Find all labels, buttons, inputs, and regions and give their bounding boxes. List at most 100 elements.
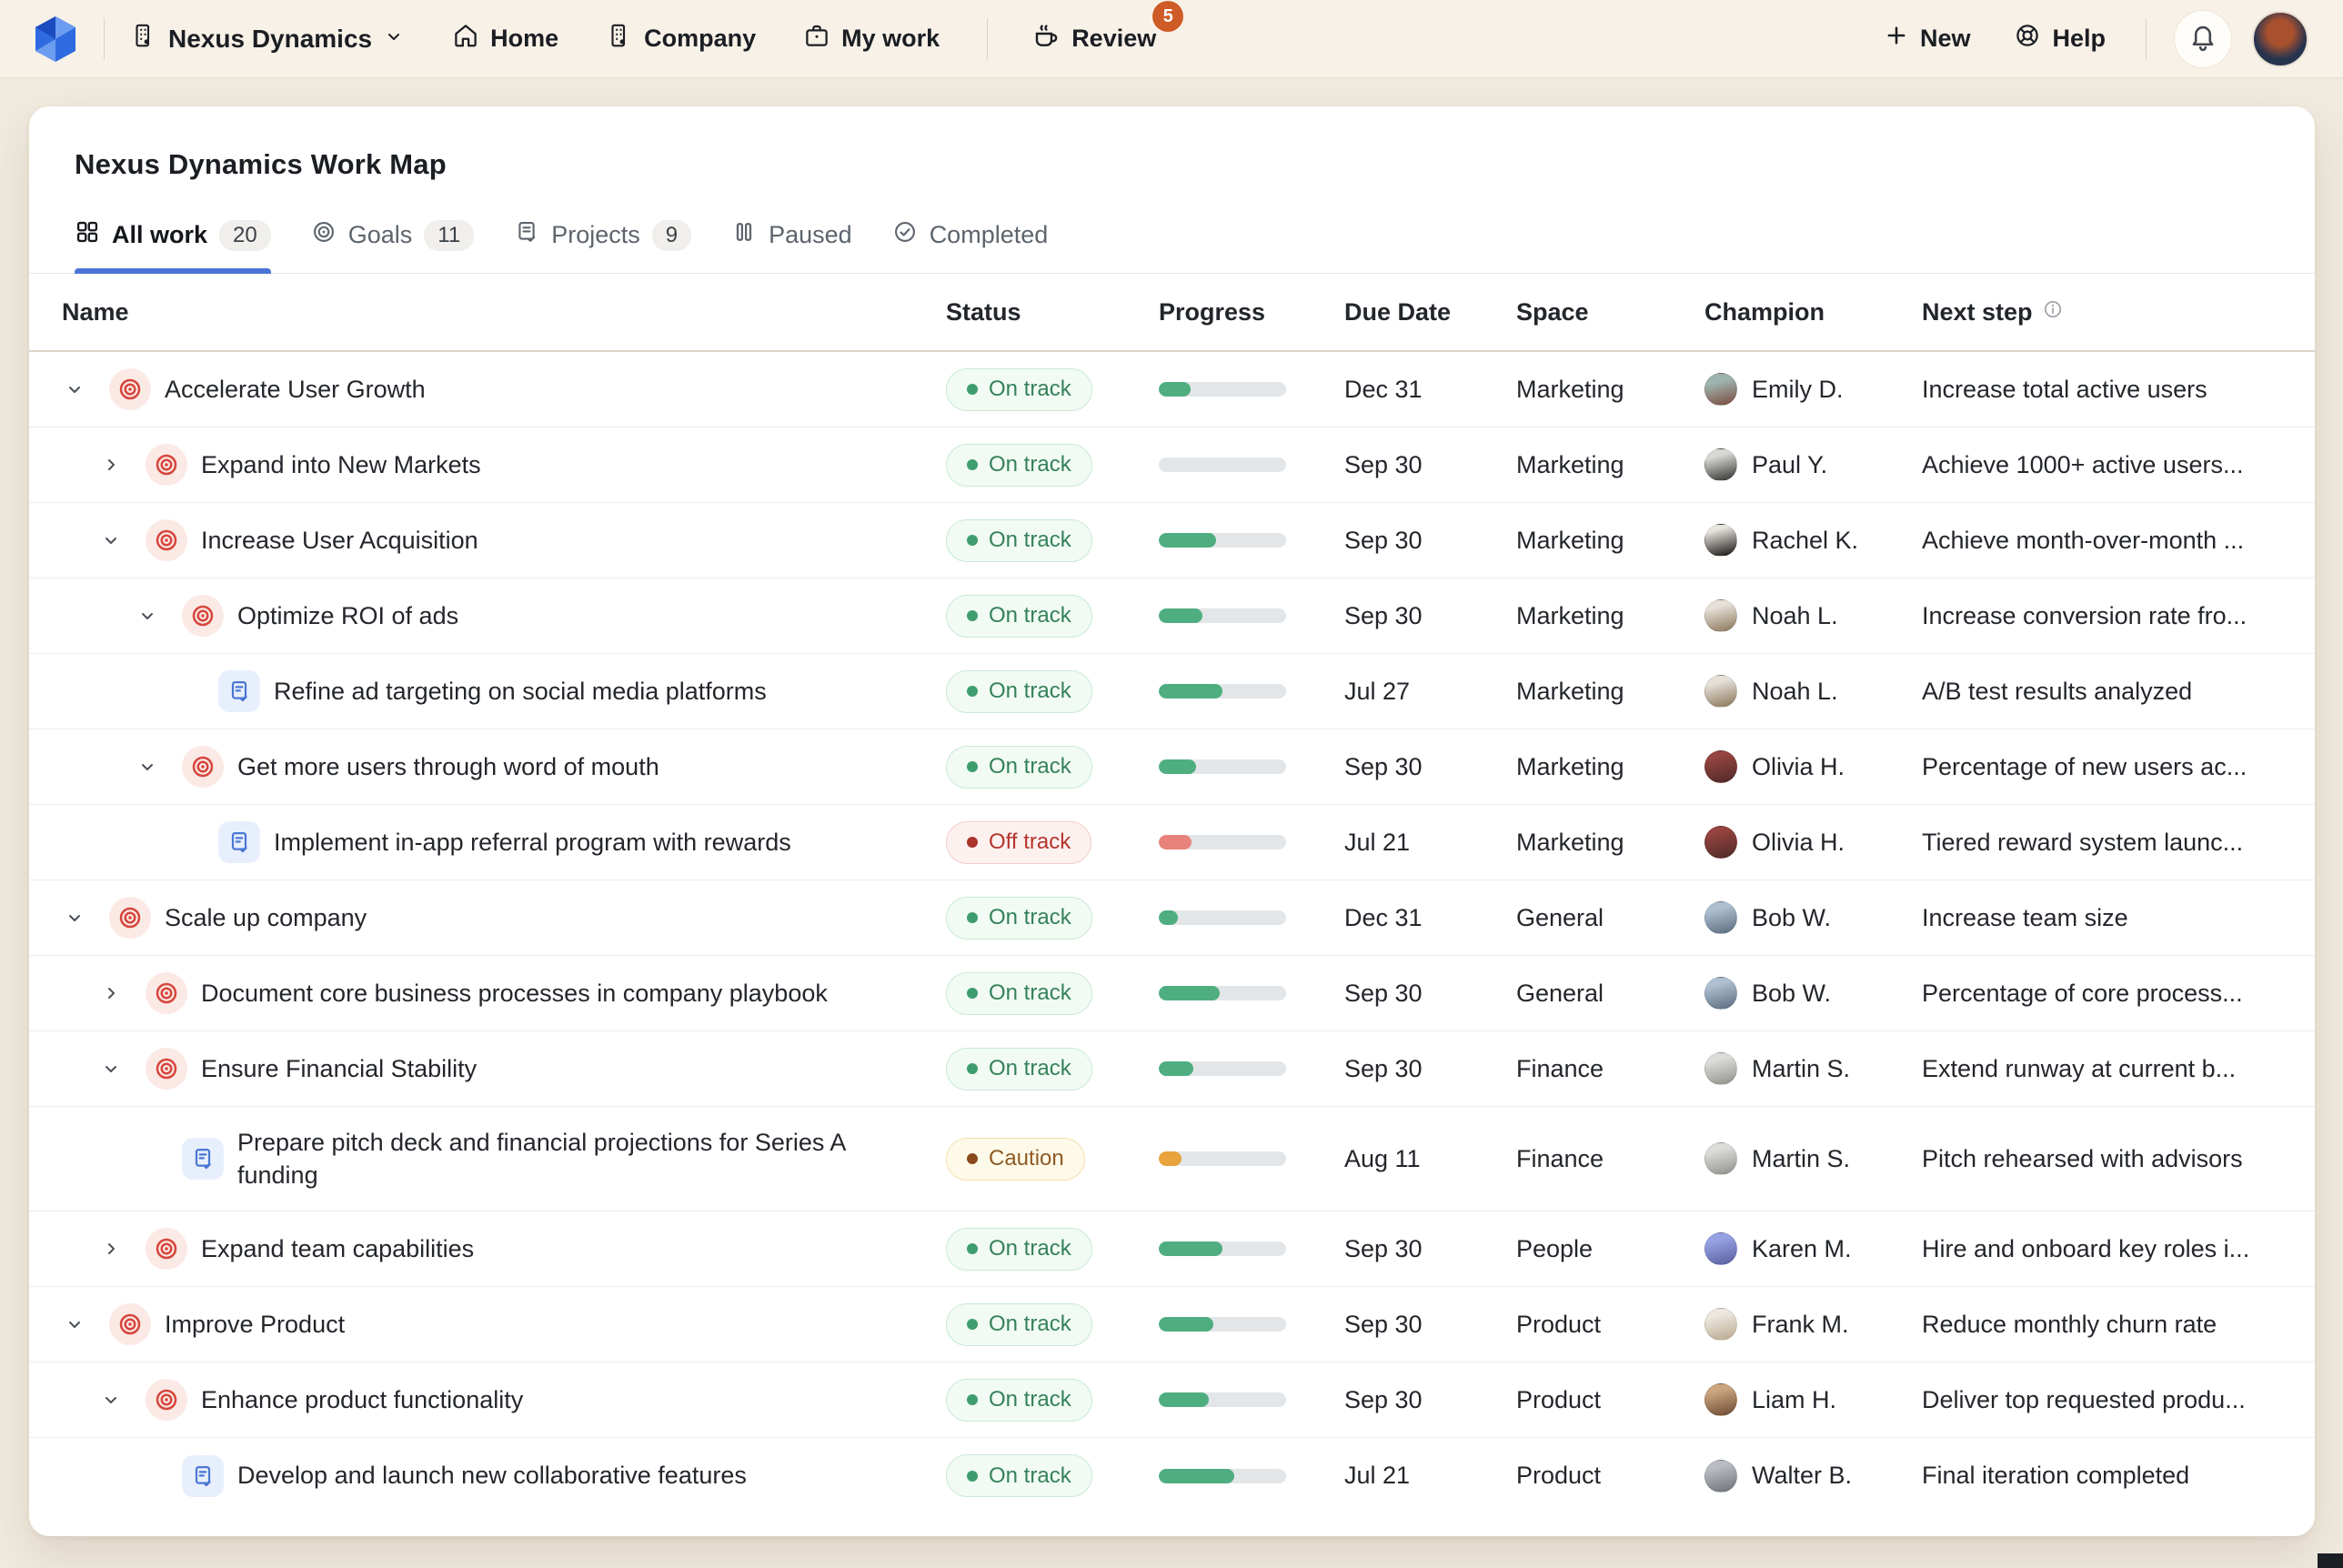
table-row[interactable]: Improve Product On track Sep 30 Product … bbox=[29, 1287, 2315, 1362]
column-header-next-step: Next step bbox=[1922, 298, 2033, 327]
tab-paused[interactable]: Paused bbox=[731, 219, 852, 273]
chevron-down-icon[interactable] bbox=[136, 605, 158, 627]
org-switcher[interactable]: Nexus Dynamics bbox=[130, 22, 405, 55]
due-date: Sep 30 bbox=[1344, 1386, 1516, 1414]
item-name: Increase User Acquisition bbox=[201, 524, 478, 557]
status-badge: On track bbox=[946, 368, 1092, 411]
due-date: Sep 30 bbox=[1344, 527, 1516, 555]
table-row[interactable]: Increase User Acquisition On track Sep 3… bbox=[29, 503, 2315, 578]
champion-name: Olivia H. bbox=[1752, 829, 1845, 857]
goal-target-icon bbox=[109, 368, 151, 410]
next-step: Percentage of new users ac... bbox=[1922, 753, 2315, 781]
column-header-status: Status bbox=[946, 298, 1159, 327]
nav-item-company[interactable]: Company bbox=[606, 22, 756, 55]
info-icon[interactable] bbox=[2042, 298, 2064, 327]
space-label: People bbox=[1516, 1235, 1704, 1263]
divider bbox=[2146, 18, 2147, 60]
table-row[interactable]: Expand into New Markets On track Sep 30 … bbox=[29, 427, 2315, 503]
coffee-icon bbox=[1031, 21, 1061, 56]
table-row[interactable]: Implement in-app referral program with r… bbox=[29, 805, 2315, 880]
goal-target-icon bbox=[146, 972, 187, 1014]
chevron-right-icon[interactable] bbox=[100, 1238, 122, 1260]
goal-target-icon bbox=[146, 519, 187, 561]
chevron-right-icon[interactable] bbox=[100, 982, 122, 1004]
next-step: Pitch rehearsed with advisors bbox=[1922, 1145, 2315, 1173]
table-row[interactable]: Refine ad targeting on social media plat… bbox=[29, 654, 2315, 729]
due-date: Sep 30 bbox=[1344, 451, 1516, 479]
table-row[interactable]: Ensure Financial Stability On track Sep … bbox=[29, 1031, 2315, 1107]
app-logo-icon[interactable] bbox=[35, 15, 78, 63]
table-row[interactable]: Scale up company On track Dec 31 General… bbox=[29, 880, 2315, 956]
company-icon bbox=[606, 22, 633, 55]
next-step: Extend runway at current b... bbox=[1922, 1055, 2315, 1083]
nav-item-review[interactable]: Review 5 bbox=[1031, 21, 1156, 56]
review-count-badge: 5 bbox=[1152, 1, 1183, 32]
next-step: Increase total active users bbox=[1922, 376, 2315, 404]
item-name: Scale up company bbox=[165, 901, 367, 934]
due-date: Jul 27 bbox=[1344, 678, 1516, 706]
champion-name: Walter B. bbox=[1752, 1462, 1852, 1490]
building-icon bbox=[130, 22, 157, 55]
tab-projects[interactable]: Projects 9 bbox=[514, 219, 691, 273]
project-doc-icon bbox=[218, 670, 260, 712]
table-row[interactable]: Prepare pitch deck and financial project… bbox=[29, 1107, 2315, 1211]
due-date: Aug 11 bbox=[1344, 1145, 1516, 1173]
column-header-due-date: Due Date bbox=[1344, 298, 1516, 327]
column-header-champion: Champion bbox=[1704, 298, 1922, 327]
chevron-down-icon[interactable] bbox=[100, 1389, 122, 1411]
due-date: Dec 31 bbox=[1344, 904, 1516, 932]
chevron-down-icon[interactable] bbox=[64, 907, 85, 929]
space-label: Marketing bbox=[1516, 376, 1704, 404]
status-badge: On track bbox=[946, 444, 1092, 487]
table-row[interactable]: Enhance product functionality On track S… bbox=[29, 1362, 2315, 1438]
due-date: Sep 30 bbox=[1344, 1311, 1516, 1339]
progress-bar bbox=[1159, 1469, 1286, 1483]
table-row[interactable]: Document core business processes in comp… bbox=[29, 956, 2315, 1031]
next-step: Achieve month-over-month ... bbox=[1922, 527, 2315, 555]
champion-name: Bob W. bbox=[1752, 904, 1831, 932]
help-button[interactable]: Help bbox=[2014, 22, 2106, 55]
status-badge: On track bbox=[946, 897, 1092, 940]
tab-completed[interactable]: Completed bbox=[892, 219, 1049, 273]
tab-all-work[interactable]: All work 20 bbox=[75, 219, 271, 273]
progress-bar bbox=[1159, 608, 1286, 623]
chevron-down-icon bbox=[383, 25, 405, 54]
champion-name: Karen M. bbox=[1752, 1235, 1852, 1263]
table-row[interactable]: Develop and launch new collaborative fea… bbox=[29, 1438, 2315, 1513]
project-doc-icon bbox=[218, 821, 260, 863]
chevron-down-icon[interactable] bbox=[64, 1313, 85, 1335]
chevron-down-icon[interactable] bbox=[100, 529, 122, 551]
goal-target-icon bbox=[182, 746, 224, 788]
status-badge: On track bbox=[946, 1228, 1092, 1271]
chevron-down-icon[interactable] bbox=[100, 1058, 122, 1080]
table-header: Name Status Progress Due Date Space Cham… bbox=[29, 274, 2315, 352]
chevron-down-icon[interactable] bbox=[136, 756, 158, 778]
user-avatar[interactable] bbox=[2252, 11, 2308, 67]
notifications-button[interactable] bbox=[2174, 10, 2232, 68]
space-label: Marketing bbox=[1516, 451, 1704, 479]
table-row[interactable]: Expand team capabilities On track Sep 30… bbox=[29, 1211, 2315, 1287]
next-step: A/B test results analyzed bbox=[1922, 678, 2315, 706]
bell-icon bbox=[2187, 21, 2218, 56]
champion-name: Frank M. bbox=[1752, 1311, 1849, 1339]
tab-count: 11 bbox=[424, 220, 474, 251]
table-row[interactable]: Accelerate User Growth On track Dec 31 M… bbox=[29, 352, 2315, 427]
due-date: Sep 30 bbox=[1344, 980, 1516, 1008]
due-date: Dec 31 bbox=[1344, 376, 1516, 404]
project-doc-icon bbox=[182, 1138, 224, 1180]
space-label: Product bbox=[1516, 1462, 1704, 1490]
new-button[interactable]: New bbox=[1884, 23, 1971, 55]
nav-item-my-work[interactable]: My work bbox=[803, 22, 940, 55]
table-row[interactable]: Optimize ROI of ads On track Sep 30 Mark… bbox=[29, 578, 2315, 654]
tab-goals[interactable]: Goals 11 bbox=[311, 219, 474, 273]
chevron-down-icon[interactable] bbox=[64, 378, 85, 400]
item-name: Implement in-app referral program with r… bbox=[274, 826, 791, 859]
next-step: Percentage of core process... bbox=[1922, 980, 2315, 1008]
nav-item-home[interactable]: Home bbox=[452, 22, 558, 55]
champion-name: Noah L. bbox=[1752, 602, 1838, 630]
next-step: Reduce monthly churn rate bbox=[1922, 1311, 2315, 1339]
table-row[interactable]: Get more users through word of mouth On … bbox=[29, 729, 2315, 805]
champion-name: Bob W. bbox=[1752, 980, 1831, 1008]
chevron-right-icon[interactable] bbox=[100, 454, 122, 476]
check-circle-icon bbox=[892, 219, 918, 251]
